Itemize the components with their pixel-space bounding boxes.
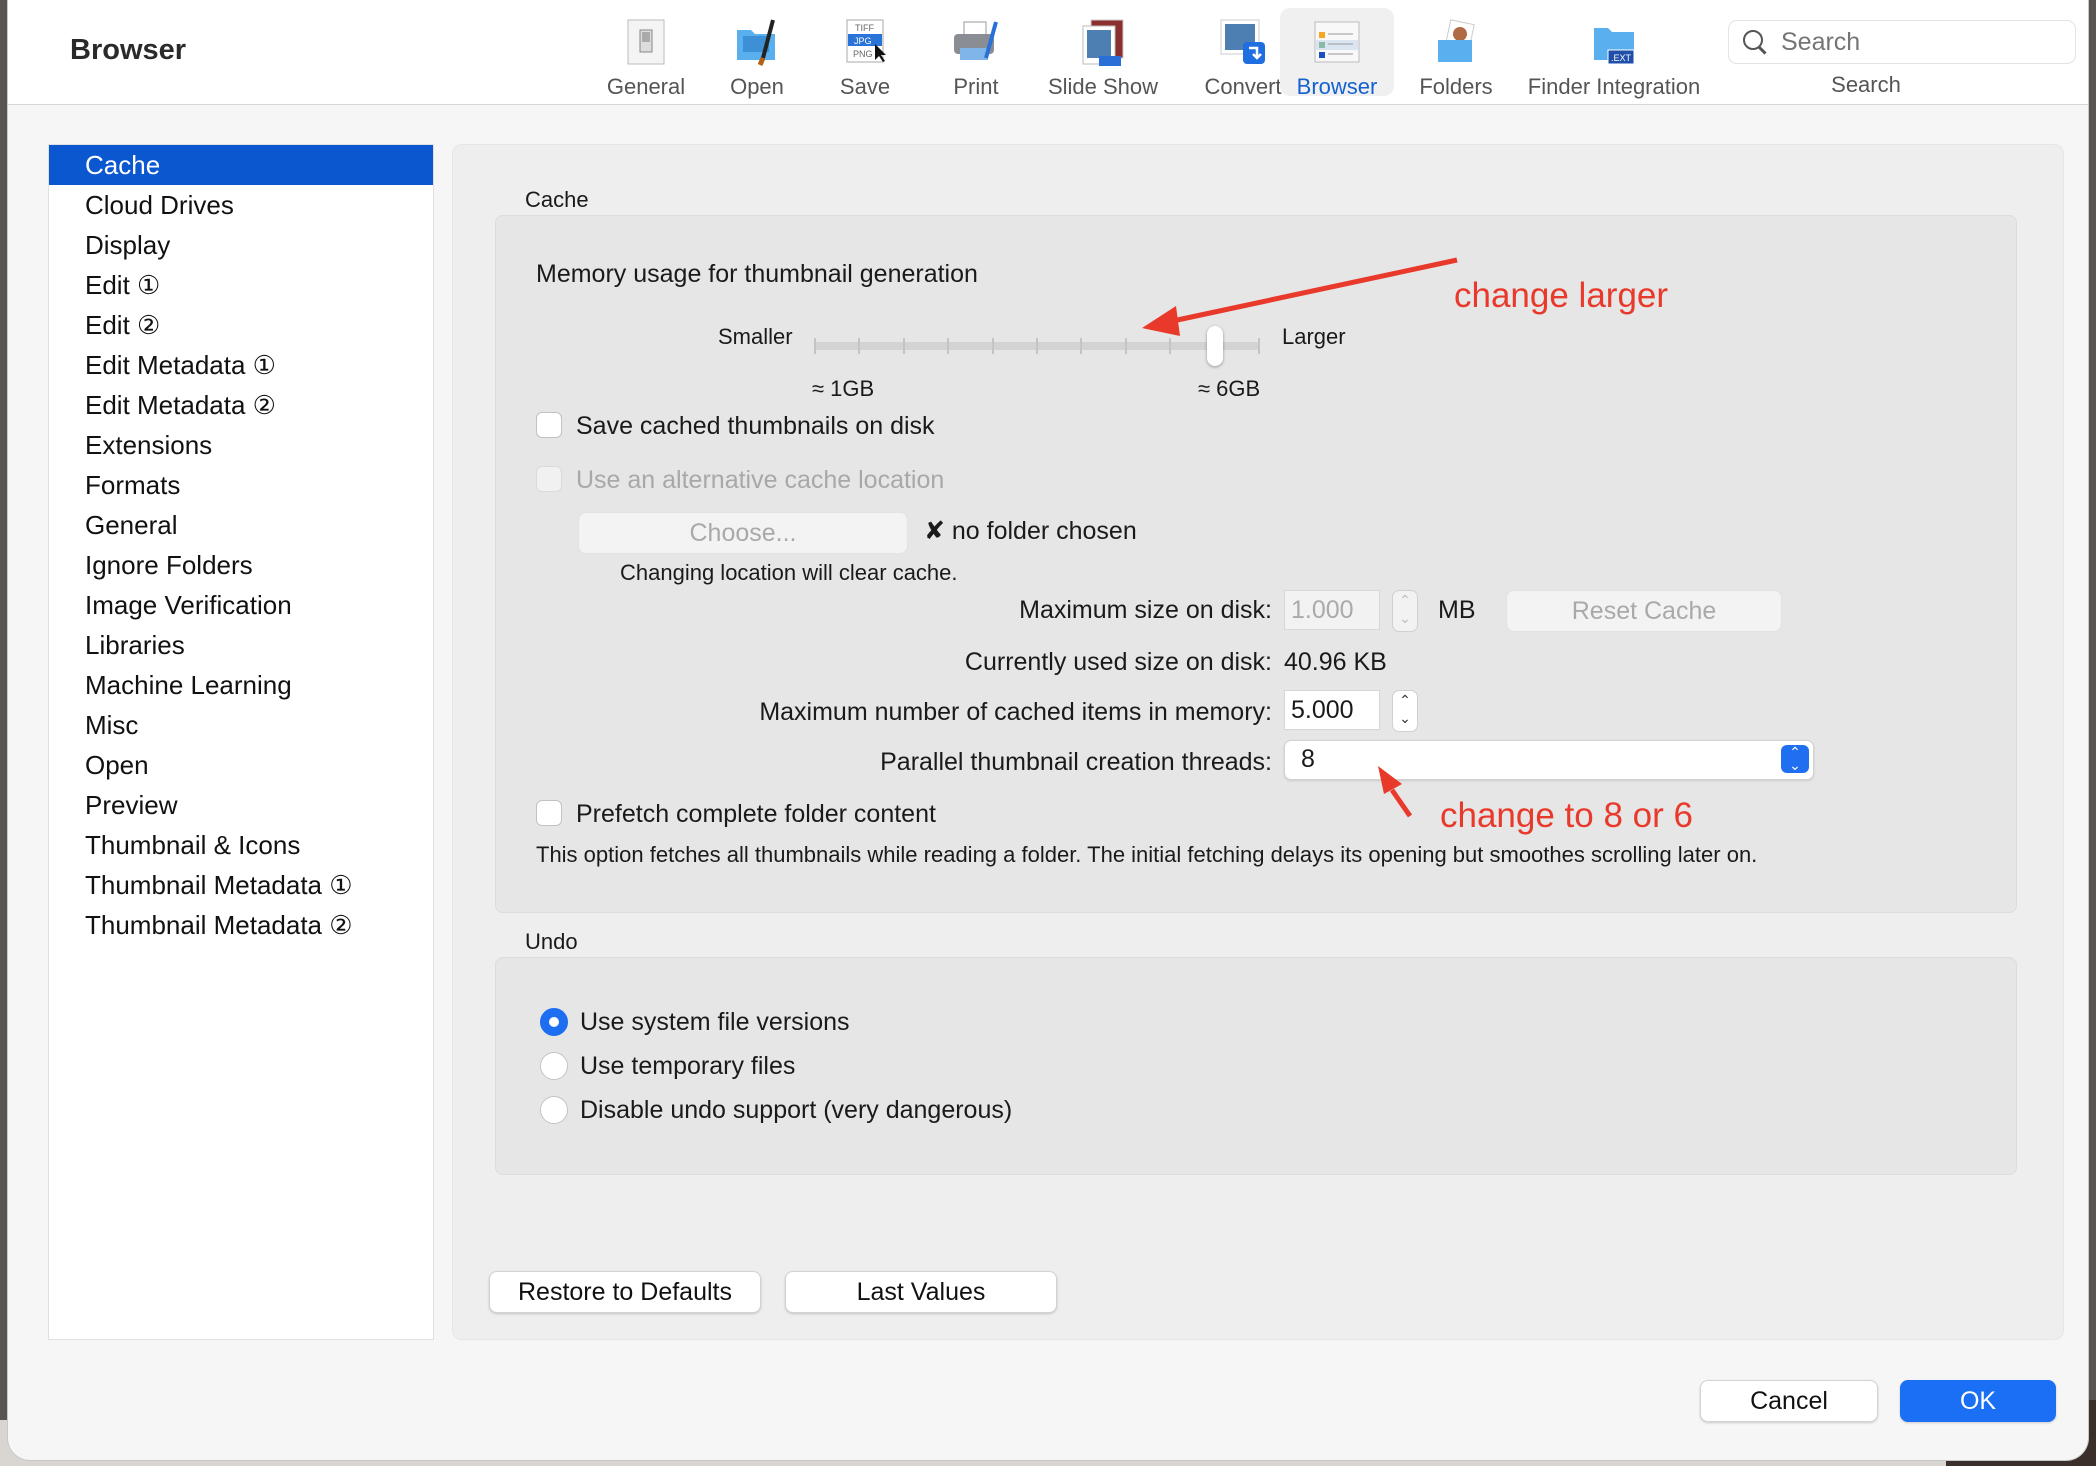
annotation-layer <box>1142 257 1458 818</box>
preferences-window: Browser General Open TIFF JPG PNG Save Pri… <box>8 0 2088 1460</box>
annotation-change-threads: change to 8 or 6 <box>1440 796 1693 835</box>
annotation-arrow-slider <box>1142 257 1458 336</box>
annotation-change-larger: change larger <box>1454 276 1669 315</box>
annotation-arrow-threads <box>1378 766 1413 818</box>
